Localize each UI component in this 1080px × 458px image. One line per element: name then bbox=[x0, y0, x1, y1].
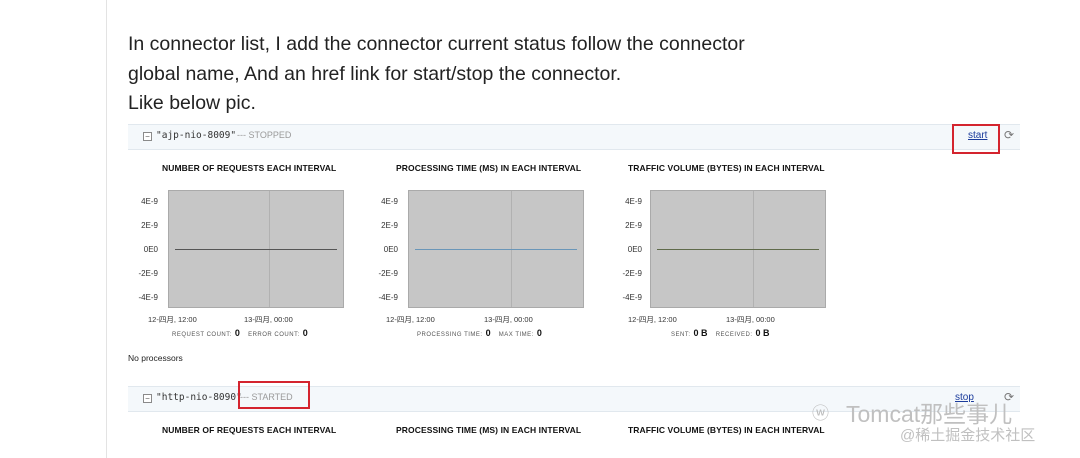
x-tick: 12-四月, 12:00 bbox=[628, 315, 677, 324]
y-tick: 0E0 bbox=[627, 245, 642, 254]
y-tick: -2E-9 bbox=[378, 269, 398, 278]
y-tick: -4E-9 bbox=[378, 293, 398, 302]
y-tick: 0E0 bbox=[383, 245, 398, 254]
y-tick: 4E-9 bbox=[141, 197, 158, 206]
x-tick: 13-四月, 00:00 bbox=[244, 315, 293, 324]
stat-value: 0 bbox=[536, 328, 542, 338]
connector-header: − "ajp-nio-8009" --- STOPPED start ⟳ bbox=[128, 124, 1020, 150]
y-tick: 2E-9 bbox=[141, 221, 158, 230]
para-line: Like below pic. bbox=[128, 92, 256, 114]
y-tick: 4E-9 bbox=[381, 197, 398, 206]
stat-label: SENT: bbox=[671, 332, 691, 338]
y-tick: -4E-9 bbox=[138, 293, 158, 302]
y-tick: -2E-9 bbox=[138, 269, 158, 278]
stat-label: PROCESSING TIME: bbox=[417, 332, 483, 338]
chart-stats: SENT: 0 B RECEIVED: 0 B bbox=[671, 328, 776, 338]
stat-value: 0 bbox=[485, 328, 491, 338]
para-line: In connector list, I add the connector c… bbox=[128, 33, 745, 55]
chart-stats: PROCESSING TIME: 0 MAX TIME: 0 bbox=[417, 328, 548, 338]
x-tick: 13-四月, 00:00 bbox=[726, 315, 775, 324]
para-line: global name, And an href link for start/… bbox=[128, 62, 622, 85]
connector-name: "ajp-nio-8009" bbox=[156, 130, 237, 141]
chart-title: NUMBER OF REQUESTS EACH INTERVAL bbox=[162, 163, 337, 173]
refresh-icon[interactable]: ⟳ bbox=[1004, 128, 1014, 142]
watermark-subtitle: @稀土掘金技术社区 bbox=[900, 427, 1036, 444]
collapse-toggle-icon[interactable]: − bbox=[143, 132, 152, 141]
x-tick: 13-四月, 00:00 bbox=[484, 315, 533, 324]
chart-stats: REQUEST COUNT: 0 ERROR COUNT: 0 bbox=[172, 328, 314, 338]
y-tick: 0E0 bbox=[143, 245, 158, 254]
y-tick: 4E-9 bbox=[625, 197, 642, 206]
chart-title: PROCESSING TIME (MS) IN EACH INTERVAL bbox=[396, 425, 582, 435]
y-tick: 2E-9 bbox=[625, 221, 642, 230]
stat-value: 0 bbox=[302, 328, 308, 338]
chart-title: PROCESSING TIME (MS) IN EACH INTERVAL bbox=[396, 163, 582, 173]
x-tick: 12-四月, 12:00 bbox=[386, 315, 435, 324]
connector-panel-ajp: − "ajp-nio-8009" --- STOPPED start ⟳ NUM… bbox=[128, 124, 1020, 364]
no-processors-note: No processors bbox=[128, 353, 183, 363]
chart-title: NUMBER OF REQUESTS EACH INTERVAL bbox=[162, 425, 337, 435]
connector-name: "http-nio-8090" bbox=[156, 392, 242, 403]
chart-title: TRAFFIC VOLUME (BYTES) IN EACH INTERVAL bbox=[628, 163, 825, 173]
y-tick: -2E-9 bbox=[622, 269, 642, 278]
stat-label: RECEIVED: bbox=[715, 332, 753, 338]
stat-label: ERROR COUNT: bbox=[248, 332, 300, 338]
stat-value: 0 bbox=[234, 328, 240, 338]
requests-chart-plot bbox=[168, 190, 344, 308]
series-line bbox=[175, 249, 337, 250]
stat-value: 0 B bbox=[693, 328, 708, 338]
traffic-volume-chart-plot bbox=[650, 190, 826, 308]
collapse-toggle-icon[interactable]: − bbox=[143, 394, 152, 403]
stat-label: MAX TIME: bbox=[498, 332, 534, 338]
stat-label: REQUEST COUNT: bbox=[172, 332, 232, 338]
stat-value: 0 B bbox=[755, 328, 770, 338]
series-line bbox=[657, 249, 819, 250]
description-paragraph: In connector list, I add the connector c… bbox=[128, 30, 745, 119]
cropped-text-line bbox=[128, 0, 134, 11]
left-margin-rule bbox=[106, 0, 107, 458]
highlight-box-start bbox=[952, 124, 1000, 154]
wechat-icon: ⓦ bbox=[812, 404, 829, 423]
y-tick: 2E-9 bbox=[381, 221, 398, 230]
chart-title: TRAFFIC VOLUME (BYTES) IN EACH INTERVAL bbox=[628, 425, 825, 435]
processing-time-chart-plot bbox=[408, 190, 584, 308]
x-tick: 12-四月, 12:00 bbox=[148, 315, 197, 324]
highlight-box-status bbox=[238, 381, 310, 409]
connector-status: --- STOPPED bbox=[237, 130, 292, 140]
series-line bbox=[415, 249, 577, 250]
y-tick: -4E-9 bbox=[622, 293, 642, 302]
